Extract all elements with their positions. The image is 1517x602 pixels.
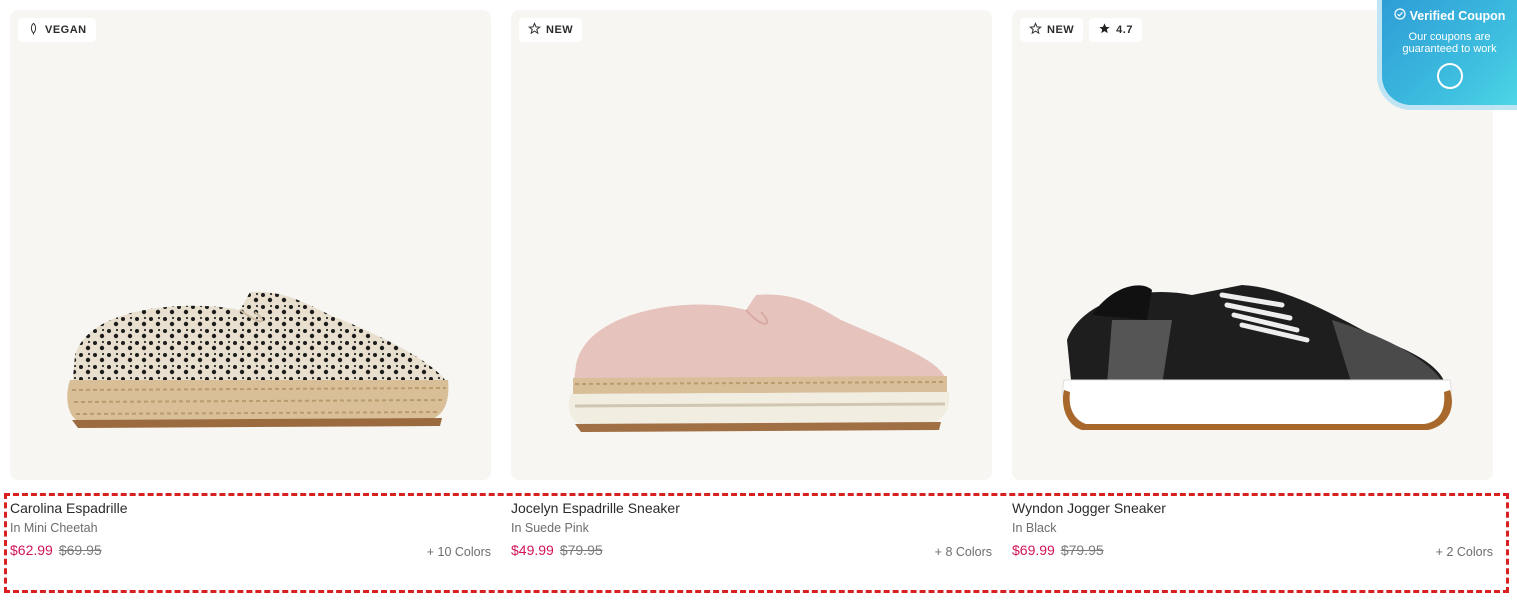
price-row: $69.99 $79.95	[1012, 542, 1104, 558]
product-card[interactable]: NEW Jocelyn Espadrille Sneaker In Suede …	[511, 10, 992, 590]
sale-price: $62.99	[10, 542, 53, 558]
check-circle-icon	[1393, 8, 1406, 23]
star-outline-icon	[1028, 22, 1043, 38]
product-name[interactable]: Jocelyn Espadrille Sneaker	[511, 500, 680, 516]
badge-row: NEW	[519, 18, 583, 42]
product-card[interactable]: VEGAN Carolina Espadrille In Mini Cheeta…	[10, 10, 491, 590]
product-image[interactable]: NEW	[511, 10, 992, 480]
color-count[interactable]: + 10 Colors	[427, 545, 491, 559]
product-name[interactable]: Wyndon Jogger Sneaker	[1012, 500, 1166, 516]
shoe-image	[1062, 285, 1452, 430]
shoe-image	[67, 291, 449, 428]
sale-price: $69.99	[1012, 542, 1055, 558]
new-badge: NEW	[519, 18, 583, 42]
coupon-title: Verified Coupon	[1382, 8, 1517, 23]
star-outline-icon	[527, 22, 542, 38]
product-variant: In Suede Pink	[511, 521, 589, 535]
color-count[interactable]: + 2 Colors	[1436, 545, 1493, 559]
product-grid: VEGAN Carolina Espadrille In Mini Cheeta…	[10, 10, 1493, 590]
product-image[interactable]: VEGAN	[10, 10, 491, 480]
badge-row: NEW 4.7	[1020, 18, 1142, 42]
price-row: $49.99 $79.95	[511, 542, 603, 558]
product-variant: In Black	[1012, 521, 1057, 535]
badge-row: VEGAN	[18, 18, 96, 42]
new-badge: NEW	[1020, 18, 1084, 42]
leaf-icon	[27, 22, 40, 38]
coupon-logo-icon[interactable]	[1436, 63, 1463, 89]
coupon-text: Our coupons are guaranteed to work	[1402, 31, 1497, 55]
verified-coupon-widget[interactable]: Verified Coupon Our coupons are guarante…	[1377, 0, 1517, 110]
star-filled-icon	[1098, 22, 1111, 38]
product-variant: In Mini Cheetah	[10, 521, 98, 535]
original-price: $79.95	[1060, 542, 1104, 558]
product-info: Wyndon Jogger Sneaker In Black $69.99 $79…	[1012, 500, 1493, 580]
product-info: Carolina Espadrille In Mini Cheetah $62.…	[10, 500, 491, 580]
price-row: $62.99 $69.95	[10, 542, 102, 558]
original-price: $79.95	[559, 542, 603, 558]
sale-price: $49.99	[511, 542, 554, 558]
product-name[interactable]: Carolina Espadrille	[10, 500, 128, 516]
vegan-badge: VEGAN	[18, 18, 96, 42]
rating-badge: 4.7	[1089, 18, 1142, 42]
original-price: $69.95	[58, 542, 102, 558]
product-info: Jocelyn Espadrille Sneaker In Suede Pink…	[511, 500, 992, 580]
color-count[interactable]: + 8 Colors	[935, 545, 992, 559]
shoe-image	[568, 294, 950, 432]
